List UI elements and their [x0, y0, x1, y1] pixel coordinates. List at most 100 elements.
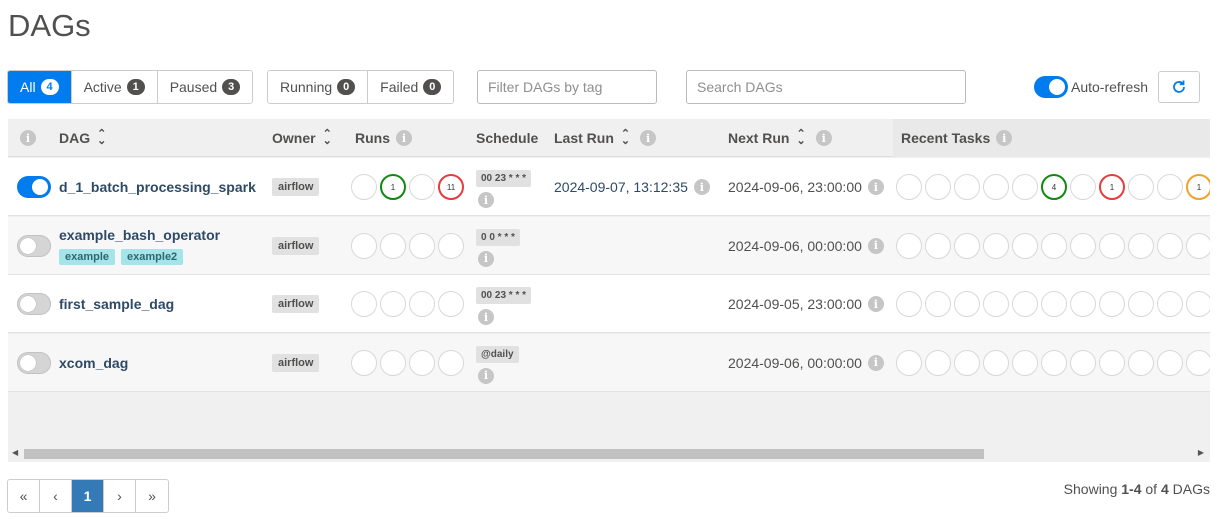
dag-tag[interactable]: example — [59, 248, 116, 265]
refresh-button[interactable] — [1158, 71, 1200, 103]
col-next-run[interactable]: Next Run ⌃ ⌄ i — [728, 119, 832, 157]
task-state-circle[interactable] — [954, 174, 980, 200]
task-state-circle[interactable] — [1012, 232, 1038, 259]
task-state-circle[interactable] — [954, 291, 980, 317]
task-state-circle[interactable] — [896, 291, 922, 317]
task-state-circle[interactable] — [896, 174, 922, 200]
task-state-circle[interactable] — [1157, 174, 1183, 200]
task-state-circle[interactable] — [925, 291, 951, 317]
task-state-circle[interactable] — [896, 232, 922, 259]
task-state-circle[interactable] — [1157, 349, 1183, 376]
run-state-circle[interactable]: 1 — [380, 174, 406, 200]
task-state-circle[interactable] — [896, 349, 922, 376]
task-state-circle[interactable] — [925, 232, 951, 259]
auto-refresh-toggle[interactable] — [1034, 76, 1068, 98]
task-state-circle[interactable] — [1070, 174, 1096, 200]
task-state-circle[interactable] — [1099, 349, 1125, 376]
task-state-circle[interactable] — [1099, 232, 1125, 259]
dag-pause-toggle[interactable] — [17, 351, 51, 374]
run-state-circle[interactable] — [409, 174, 435, 200]
info-icon[interactable]: i — [867, 296, 884, 312]
dag-pause-toggle[interactable] — [17, 234, 51, 257]
run-state-circle[interactable] — [380, 349, 406, 376]
task-state-circle[interactable] — [1099, 291, 1125, 317]
task-state-circle[interactable]: 4 — [1041, 174, 1067, 200]
page-prev-button[interactable]: ‹ — [40, 480, 72, 512]
info-icon[interactable]: i — [815, 130, 832, 146]
col-last-run[interactable]: Last Run ⌃ ⌄ i — [554, 119, 657, 157]
info-icon[interactable]: i — [693, 179, 710, 195]
filter-paused-button[interactable]: Paused 3 — [157, 71, 253, 103]
page-first-button[interactable]: « — [8, 480, 40, 512]
dag-name-link[interactable]: first_sample_dag — [59, 296, 174, 312]
task-state-circle[interactable] — [1157, 291, 1183, 317]
last-run-link[interactable]: 2024-09-07, 13:12:35 — [554, 179, 688, 195]
schedule-label[interactable]: 00 23 * * * — [476, 287, 532, 304]
owner-label[interactable]: airflow — [272, 178, 320, 196]
info-icon[interactable]: i — [867, 237, 884, 254]
task-state-circle[interactable] — [1070, 349, 1096, 376]
info-icon[interactable]: i — [640, 130, 657, 146]
task-state-circle[interactable] — [983, 174, 1009, 200]
info-icon[interactable]: i — [478, 250, 494, 267]
run-state-circle[interactable] — [409, 349, 435, 376]
run-state-circle[interactable] — [380, 291, 406, 317]
task-state-circle[interactable] — [954, 232, 980, 259]
filter-running-button[interactable]: Running 0 — [268, 71, 369, 103]
schedule-label[interactable]: @daily — [476, 345, 519, 363]
search-dags-input[interactable] — [686, 70, 966, 104]
run-state-circle[interactable] — [351, 291, 377, 317]
task-state-circle[interactable] — [1128, 174, 1154, 200]
run-state-circle[interactable] — [438, 232, 464, 259]
run-state-circle[interactable] — [438, 349, 464, 376]
filter-all-button[interactable]: All 4 — [8, 71, 72, 103]
info-icon[interactable]: i — [996, 130, 1013, 146]
dag-name-link[interactable]: d_1_batch_processing_spark — [59, 179, 256, 195]
task-state-circle[interactable] — [983, 232, 1009, 259]
task-state-circle[interactable] — [954, 349, 980, 376]
info-icon[interactable]: i — [478, 192, 494, 208]
info-icon[interactable]: i — [867, 179, 884, 195]
page-next-button[interactable]: › — [104, 480, 136, 512]
task-state-circle[interactable] — [1070, 291, 1096, 317]
task-state-circle[interactable] — [1128, 232, 1154, 259]
run-state-circle[interactable] — [351, 349, 377, 376]
owner-label[interactable]: airflow — [272, 353, 320, 372]
task-state-circle[interactable] — [1128, 349, 1154, 376]
task-state-circle[interactable] — [1186, 232, 1210, 259]
owner-label[interactable]: airflow — [272, 295, 320, 313]
run-state-circle[interactable]: 11 — [438, 174, 464, 200]
task-state-circle[interactable] — [983, 291, 1009, 317]
owner-label[interactable]: airflow — [272, 236, 320, 255]
dag-pause-toggle[interactable] — [17, 293, 51, 315]
task-state-circle[interactable]: 1 — [1099, 174, 1125, 200]
task-state-circle[interactable] — [925, 349, 951, 376]
task-state-circle[interactable] — [1012, 174, 1038, 200]
info-icon[interactable]: i — [867, 354, 884, 371]
info-icon[interactable]: i — [20, 130, 36, 146]
col-dag[interactable]: DAG ⌃ ⌄ — [59, 119, 106, 157]
run-state-circle[interactable] — [351, 174, 377, 200]
run-state-circle[interactable] — [409, 291, 435, 317]
info-icon[interactable]: i — [396, 130, 412, 146]
task-state-circle[interactable] — [1041, 349, 1067, 376]
task-state-circle[interactable] — [1186, 291, 1210, 317]
task-state-circle[interactable] — [1157, 232, 1183, 259]
filter-active-button[interactable]: Active 1 — [71, 71, 158, 103]
page-current-button[interactable]: 1 — [72, 480, 104, 512]
info-icon[interactable]: i — [478, 367, 494, 384]
col-owner[interactable]: Owner ⌃ ⌄ — [272, 119, 332, 157]
scroll-thumb[interactable] — [24, 449, 984, 459]
task-state-circle[interactable] — [1012, 349, 1038, 376]
task-state-circle[interactable] — [1128, 291, 1154, 317]
run-state-circle[interactable] — [438, 291, 464, 317]
task-state-circle[interactable]: 1 — [1186, 174, 1210, 200]
page-last-button[interactable]: » — [136, 480, 168, 512]
task-state-circle[interactable] — [1041, 291, 1067, 317]
task-state-circle[interactable] — [1041, 232, 1067, 259]
task-state-circle[interactable] — [1012, 291, 1038, 317]
scroll-left-icon[interactable]: ◀ — [12, 448, 18, 457]
dag-tag[interactable]: example2 — [121, 248, 184, 265]
schedule-label[interactable]: 00 23 * * * — [476, 170, 532, 187]
schedule-label[interactable]: 0 0 * * * — [476, 228, 520, 246]
